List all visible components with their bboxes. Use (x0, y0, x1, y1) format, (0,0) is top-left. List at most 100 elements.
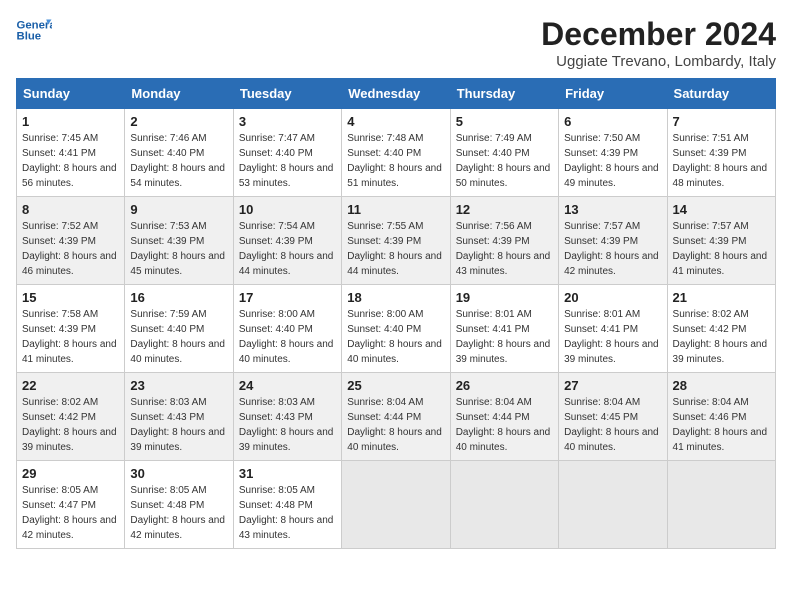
logo: General Blue (16, 16, 52, 44)
day-number: 6 (564, 114, 661, 129)
day-number: 14 (673, 202, 770, 217)
calendar-week-row: 1Sunrise: 7:45 AMSunset: 4:41 PMDaylight… (17, 109, 776, 197)
calendar-cell: 19 Sunrise: 8:01 AMSunset: 4:41 PMDayligh… (450, 285, 558, 373)
day-number: 13 (564, 202, 661, 217)
day-info: Sunrise: 8:01 AMSunset: 4:41 PMDaylight:… (564, 307, 661, 367)
calendar-week-row: 29 Sunrise: 8:05 AMSunset: 4:47 PMDayligh… (17, 461, 776, 549)
calendar-cell: 10 Sunrise: 7:54 AMSunset: 4:39 PMDayligh… (233, 197, 341, 285)
calendar-cell: 2 Sunrise: 7:46 AMSunset: 4:40 PMDaylight… (125, 109, 233, 197)
calendar-cell: 15 Sunrise: 7:58 AMSunset: 4:39 PMDayligh… (17, 285, 125, 373)
weekday-header-row: SundayMondayTuesdayWednesdayThursdayFrid… (17, 79, 776, 109)
day-number: 4 (347, 114, 444, 129)
day-number: 20 (564, 290, 661, 305)
day-info: Sunrise: 7:47 AMSunset: 4:40 PMDaylight:… (239, 131, 336, 191)
day-info: Sunrise: 8:05 AMSunset: 4:48 PMDaylight:… (239, 483, 336, 543)
day-info: Sunrise: 8:02 AMSunset: 4:42 PMDaylight:… (673, 307, 770, 367)
day-info: Sunrise: 7:56 AMSunset: 4:39 PMDaylight:… (456, 219, 553, 279)
calendar-cell: 28 Sunrise: 8:04 AMSunset: 4:46 PMDayligh… (667, 373, 775, 461)
day-number: 29 (22, 466, 119, 481)
calendar-cell: 3 Sunrise: 7:47 AMSunset: 4:40 PMDaylight… (233, 109, 341, 197)
svg-text:General: General (17, 19, 53, 31)
day-info: Sunrise: 8:00 AMSunset: 4:40 PMDaylight:… (239, 307, 336, 367)
calendar-cell: 12 Sunrise: 7:56 AMSunset: 4:39 PMDayligh… (450, 197, 558, 285)
weekday-header: Wednesday (342, 79, 450, 109)
day-info: Sunrise: 8:04 AMSunset: 4:45 PMDaylight:… (564, 395, 661, 455)
day-info: Sunrise: 7:51 AMSunset: 4:39 PMDaylight:… (673, 131, 770, 191)
day-number: 7 (673, 114, 770, 129)
day-info: Sunrise: 8:04 AMSunset: 4:44 PMDaylight:… (347, 395, 444, 455)
day-info: Sunrise: 8:01 AMSunset: 4:41 PMDaylight:… (456, 307, 553, 367)
calendar-table: SundayMondayTuesdayWednesdayThursdayFrid… (16, 78, 776, 549)
calendar-cell: 18Sunrise: 8:00 AMSunset: 4:40 PMDayligh… (342, 285, 450, 373)
day-number: 23 (130, 378, 227, 393)
calendar-cell: 24 Sunrise: 8:03 AMSunset: 4:43 PMDayligh… (233, 373, 341, 461)
day-number: 5 (456, 114, 553, 129)
day-number: 11 (347, 202, 444, 217)
day-info: Sunrise: 8:02 AMSunset: 4:42 PMDaylight:… (22, 395, 119, 455)
calendar-week-row: 15 Sunrise: 7:58 AMSunset: 4:39 PMDayligh… (17, 285, 776, 373)
day-info: Sunrise: 7:54 AMSunset: 4:39 PMDaylight:… (239, 219, 336, 279)
calendar-week-row: 8Sunrise: 7:52 AMSunset: 4:39 PMDaylight… (17, 197, 776, 285)
day-info: Sunrise: 8:04 AMSunset: 4:46 PMDaylight:… (673, 395, 770, 455)
day-info: Sunrise: 7:49 AMSunset: 4:40 PMDaylight:… (456, 131, 553, 191)
day-info: Sunrise: 7:59 AMSunset: 4:40 PMDaylight:… (130, 307, 227, 367)
day-info: Sunrise: 7:57 AMSunset: 4:39 PMDaylight:… (564, 219, 661, 279)
calendar-cell (667, 461, 775, 549)
calendar-cell: 30 Sunrise: 8:05 AMSunset: 4:48 PMDayligh… (125, 461, 233, 549)
calendar-cell: 20 Sunrise: 8:01 AMSunset: 4:41 PMDayligh… (559, 285, 667, 373)
day-number: 1 (22, 114, 119, 129)
day-number: 31 (239, 466, 336, 481)
calendar-cell: 25 Sunrise: 8:04 AMSunset: 4:44 PMDayligh… (342, 373, 450, 461)
month-title: December 2024 (541, 16, 776, 53)
day-number: 25 (347, 378, 444, 393)
day-info: Sunrise: 8:04 AMSunset: 4:44 PMDaylight:… (456, 395, 553, 455)
day-info: Sunrise: 7:48 AMSunset: 4:40 PMDaylight:… (347, 131, 444, 191)
day-number: 19 (456, 290, 553, 305)
day-info: Sunrise: 7:53 AMSunset: 4:39 PMDaylight:… (130, 219, 227, 279)
weekday-header: Tuesday (233, 79, 341, 109)
day-number: 15 (22, 290, 119, 305)
calendar-cell: 11Sunrise: 7:55 AMSunset: 4:39 PMDayligh… (342, 197, 450, 285)
calendar-cell (342, 461, 450, 549)
day-number: 22 (22, 378, 119, 393)
calendar-cell: 27 Sunrise: 8:04 AMSunset: 4:45 PMDayligh… (559, 373, 667, 461)
calendar-cell: 1Sunrise: 7:45 AMSunset: 4:41 PMDaylight… (17, 109, 125, 197)
calendar-cell: 4 Sunrise: 7:48 AMSunset: 4:40 PMDaylight… (342, 109, 450, 197)
day-number: 26 (456, 378, 553, 393)
weekday-header: Sunday (17, 79, 125, 109)
day-number: 21 (673, 290, 770, 305)
day-number: 27 (564, 378, 661, 393)
calendar-week-row: 22 Sunrise: 8:02 AMSunset: 4:42 PMDayligh… (17, 373, 776, 461)
day-number: 10 (239, 202, 336, 217)
calendar-cell (559, 461, 667, 549)
day-number: 18 (347, 290, 444, 305)
day-number: 3 (239, 114, 336, 129)
title-block: December 2024 Uggiate Trevano, Lombardy,… (541, 16, 776, 70)
day-info: Sunrise: 7:46 AMSunset: 4:40 PMDaylight:… (130, 131, 227, 191)
day-info: Sunrise: 7:57 AMSunset: 4:39 PMDaylight:… (673, 219, 770, 279)
calendar-cell: 5 Sunrise: 7:49 AMSunset: 4:40 PMDaylight… (450, 109, 558, 197)
day-info: Sunrise: 7:52 AMSunset: 4:39 PMDaylight:… (22, 219, 119, 279)
calendar-cell: 17Sunrise: 8:00 AMSunset: 4:40 PMDayligh… (233, 285, 341, 373)
page-header: General Blue December 2024 Uggiate Treva… (16, 16, 776, 70)
calendar-cell: 7 Sunrise: 7:51 AMSunset: 4:39 PMDaylight… (667, 109, 775, 197)
svg-text:Blue: Blue (17, 31, 42, 43)
calendar-cell: 26 Sunrise: 8:04 AMSunset: 4:44 PMDayligh… (450, 373, 558, 461)
day-info: Sunrise: 8:05 AMSunset: 4:47 PMDaylight:… (22, 483, 119, 543)
day-info: Sunrise: 8:05 AMSunset: 4:48 PMDaylight:… (130, 483, 227, 543)
day-number: 12 (456, 202, 553, 217)
weekday-header: Saturday (667, 79, 775, 109)
day-number: 2 (130, 114, 227, 129)
calendar-cell: 22 Sunrise: 8:02 AMSunset: 4:42 PMDayligh… (17, 373, 125, 461)
day-number: 30 (130, 466, 227, 481)
day-info: Sunrise: 8:03 AMSunset: 4:43 PMDaylight:… (239, 395, 336, 455)
day-info: Sunrise: 7:50 AMSunset: 4:39 PMDaylight:… (564, 131, 661, 191)
calendar-cell: 16Sunrise: 7:59 AMSunset: 4:40 PMDayligh… (125, 285, 233, 373)
day-number: 28 (673, 378, 770, 393)
logo-icon: General Blue (16, 16, 52, 44)
day-info: Sunrise: 7:58 AMSunset: 4:39 PMDaylight:… (22, 307, 119, 367)
day-number: 24 (239, 378, 336, 393)
weekday-header: Monday (125, 79, 233, 109)
location-title: Uggiate Trevano, Lombardy, Italy (541, 53, 776, 70)
calendar-cell: 29 Sunrise: 8:05 AMSunset: 4:47 PMDayligh… (17, 461, 125, 549)
